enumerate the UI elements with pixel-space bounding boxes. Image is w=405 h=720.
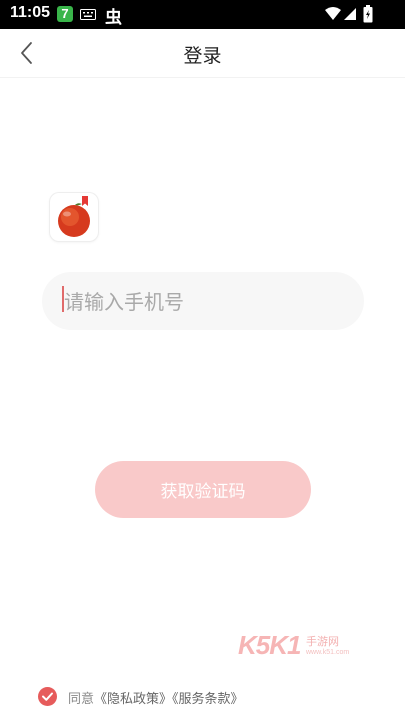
tomato-logo-icon bbox=[58, 196, 90, 237]
phone-field[interactable] bbox=[42, 272, 364, 332]
text-cursor bbox=[62, 286, 64, 312]
battery-icon bbox=[363, 5, 373, 23]
watermark-logo: K5K1 手游网 www.k51.com bbox=[238, 630, 353, 660]
checkmark-icon bbox=[42, 692, 53, 701]
bug-icon: 虫 bbox=[105, 8, 122, 28]
agreement-prefix: 同意 bbox=[68, 692, 95, 707]
wifi-icon bbox=[325, 7, 341, 20]
agreement-checkbox[interactable] bbox=[38, 687, 57, 706]
watermark-sub-text: 手游网 bbox=[306, 635, 339, 648]
watermark-logo-text: K5K1 bbox=[238, 630, 301, 660]
terms-of-service-link[interactable]: 《服务条款》 bbox=[172, 692, 244, 707]
keyboard-icon bbox=[80, 9, 96, 20]
watermark-url: www.k51.com bbox=[306, 649, 350, 656]
agreement-text: 同意《隐私政策》《服务条款》 bbox=[68, 688, 244, 707]
app-7-icon: 7 bbox=[57, 6, 73, 22]
page-title: 登录 bbox=[183, 45, 222, 67]
get-code-button[interactable]: 获取验证码 bbox=[95, 461, 311, 518]
app-logo bbox=[50, 193, 98, 241]
phone-input[interactable] bbox=[62, 272, 348, 332]
status-time: 11:05 bbox=[10, 4, 51, 21]
status-bar: 11:05 7 虫 bbox=[0, 0, 405, 29]
privacy-policy-link[interactable]: 《隐私政策》 bbox=[94, 692, 172, 707]
header: 登录 bbox=[0, 29, 405, 78]
cell-signal-icon bbox=[344, 8, 356, 20]
